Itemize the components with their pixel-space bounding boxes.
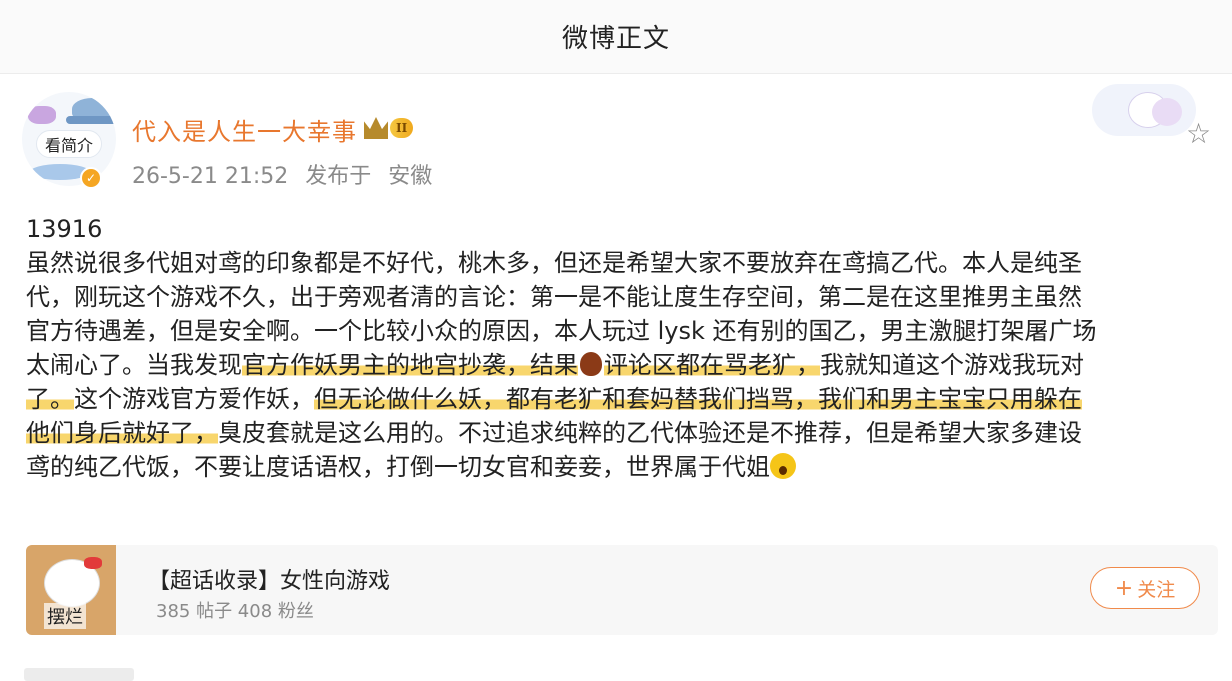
sticker-cloud [1152,98,1182,126]
author-name[interactable]: 代入是人生一大幸事 [132,112,357,147]
scream-emoji-icon [770,453,796,479]
avatar-label: 看简介 [44,136,93,155]
vip-level: II [390,118,414,138]
super-topic-title: 【超话收录】女性向游戏 [148,569,391,594]
star-outline-icon[interactable]: ☆ [1186,120,1211,148]
follow-label: 关注 [1137,578,1176,601]
post-line: 他们身后就好了，臭皮套就是这么用的。不过追求纯粹的乙代体验还是不推荐，但是希望大… [26,416,1212,450]
post-line: 虽然说很多代姐对鸢的印象都是不好代，桃木多，但还是希望大家不要放弃在鸢搞乙代。本… [26,246,1212,280]
avatar-bow-decoration [28,106,56,124]
vip-badge[interactable]: II [364,116,426,140]
highlighted-text: 但无论做什么妖，都有老犷和套妈替我们挡骂， [314,385,818,413]
chestnut-emoji-icon [580,352,602,376]
highlighted-text: 评论区都在骂老犷， [604,351,820,379]
post-text: 虽然说很多代姐对鸢的印象都是不好代，桃木多，但还是希望大家不要放弃在鸢搞乙代。本… [26,249,1082,277]
post-timestamp: 26-5-21 21:52 [132,164,289,189]
post-text: 这个游戏官方爱作妖， [74,385,314,413]
super-topic-card[interactable]: 摆烂 【超话收录】女性向游戏 385 帖子 408 粉丝 + 关注 [26,545,1218,635]
post-text: 官方待遇差，但是安全啊。一个比较小众的原因，本人玩过 lysk 还有别的国乙，男… [26,317,1097,345]
decoration-sticker [1092,84,1196,136]
highlighted-text: 了。 [26,385,74,413]
highlighted-text: 我们和男主宝宝只用躲在 [818,385,1082,413]
post-text: 太闹心了。当我发现 [26,351,242,379]
highlighted-text: 他们身后就好了， [26,419,218,447]
cropped-footer-text [24,668,134,681]
super-topic-stats: 385 帖子 408 粉丝 [156,601,314,622]
post-body: 13916 虽然说很多代姐对鸢的印象都是不好代，桃木多，但还是希望大家不要放弃在… [26,212,1212,484]
post-location: 安徽 [388,164,433,189]
follow-button[interactable]: + 关注 [1090,567,1200,609]
post-line: 太闹心了。当我发现官方作妖男主的地宫抄袭，结果 评论区都在骂老犷，我就知道这个游戏… [26,348,1212,382]
verified-badge-icon: ✓ [80,167,102,189]
post-meta: 26-5-21 21:52 发布于 安徽 [132,158,442,190]
post-text: 代，刚玩这个游戏不久，出于旁观者清的言论：第一是不能让度生存空间，第二是在这里推… [26,283,1082,311]
post-id: 13916 [26,215,103,243]
location-prefix: 发布于 [305,164,372,189]
post-line: 鸢的纯乙代饭，不要让度话语权，打倒一切女官和妾妾，世界属于代姐 [26,450,1212,484]
post-line: 官方待遇差，但是安全啊。一个比较小众的原因，本人玩过 lysk 还有别的国乙，男… [26,314,1212,348]
nav-bar: 微博正文 [0,0,1232,74]
highlighted-text: 官方作妖男主的地宫抄袭，结果 [242,351,578,379]
page-title: 微博正文 [561,24,670,54]
avatar-hat-brim [66,116,116,124]
post-text: 鸢的纯乙代饭，不要让度话语权，打倒一切女官和妾妾，世界属于代姐 [26,453,770,481]
post-line: 了。这个游戏官方爱作妖，但无论做什么妖，都有老犷和套妈替我们挡骂，我们和男主宝宝… [26,382,1212,416]
thumbnail-label: 摆烂 [44,603,86,629]
post-text: 臭皮套就是这么用的。不过追求纯粹的乙代体验还是不推荐，但是希望大家多建设 [218,419,1082,447]
super-topic-thumbnail: 摆烂 [26,545,116,635]
post-line: 代，刚玩这个游戏不久，出于旁观者清的言论：第一是不能让度生存空间，第二是在这里推… [26,280,1212,314]
thumbnail-bow [84,557,102,569]
plus-icon: + [1114,575,1134,601]
avatar-bubble: 看简介 [36,130,102,158]
post-text: 我就知道这个游戏我玩对 [820,351,1084,379]
vip-crown-icon [364,117,388,139]
avatar[interactable]: 看简介 [22,92,116,186]
